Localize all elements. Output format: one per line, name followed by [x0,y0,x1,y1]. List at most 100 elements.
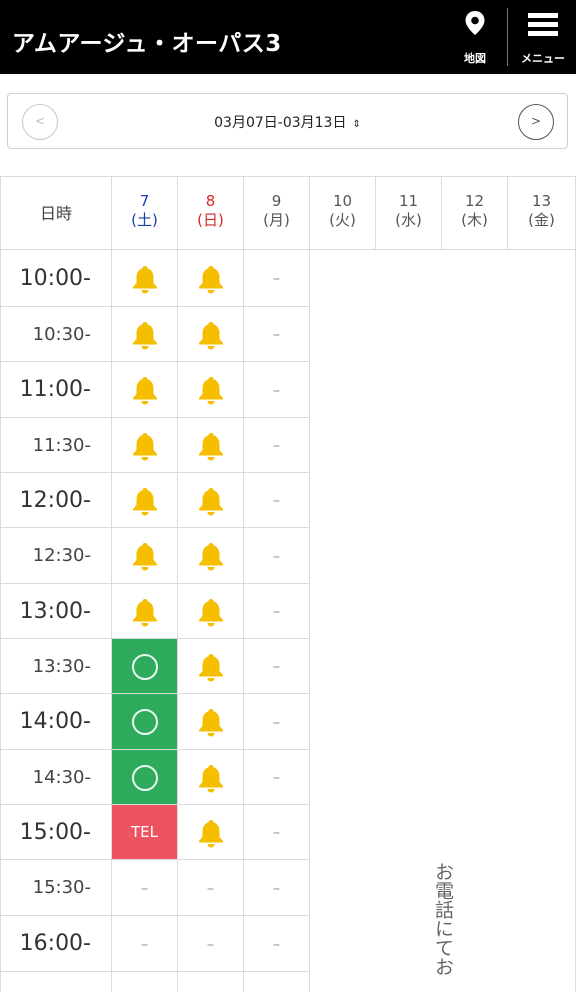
bell-icon [198,654,223,682]
time-label: 12:30- [0,528,112,584]
time-label: 12:00- [0,473,112,528]
circle-icon [131,709,158,735]
day-weekday: (金) [528,211,555,229]
time-label: 13:00- [0,584,112,639]
slot-waitlist[interactable] [178,805,244,860]
slot-unavailable: – [178,860,244,916]
bell-icon [132,433,157,461]
bell-icon [198,709,223,737]
day-number: 10 [332,192,353,210]
slot-unavailable: – [112,860,178,916]
day-number: 11 [398,192,419,210]
day-number: 13 [531,192,552,210]
bell-icon [198,820,223,848]
slot-unavailable: – [178,916,244,972]
slot-waitlist[interactable] [112,307,178,362]
circle-icon [131,654,158,680]
phone-inquiry-note: お電話にてお [432,862,454,976]
slot-unavailable: – [244,860,310,916]
bell-icon [198,543,223,571]
bell-icon [132,377,157,405]
slot-unavailable: – [244,750,310,805]
bell-icon [198,377,223,405]
slot-waitlist[interactable] [112,584,178,639]
slot-waitlist[interactable] [112,250,178,307]
slot-waitlist[interactable] [178,528,244,584]
time-label: 16:00- [0,916,112,972]
slot-unavailable: – [244,972,310,992]
column-header-day: 11 (水) [376,177,442,250]
day-weekday: (火) [329,211,356,229]
time-label: 10:00- [0,250,112,307]
bell-icon [132,599,157,627]
bell-icon [198,322,223,350]
slot-tel[interactable]: TEL [112,805,178,860]
slot-waitlist[interactable] [112,473,178,528]
column-header-day: 12 (木) [442,177,508,250]
slot-unavailable: – [244,694,310,750]
time-label: 10:30- [0,307,112,362]
column-header-day: 10 (火) [310,177,376,250]
slot-unavailable: – [244,307,310,362]
slot-unavailable: – [244,250,310,307]
slot-waitlist[interactable] [178,694,244,750]
slot-unavailable: – [244,418,310,473]
time-label: 16:30- [0,972,112,992]
day-number: 12 [464,192,485,210]
column-header-datetime: 日時 [0,177,112,250]
slot-available[interactable] [112,694,178,750]
bell-icon [132,543,157,571]
slot-waitlist[interactable] [178,362,244,418]
day-weekday: (土) [131,211,158,229]
day-number: 8 [205,192,216,210]
time-label: 14:00- [0,694,112,750]
slot-unavailable: – [112,916,178,972]
bell-icon [198,266,223,294]
slot-unavailable: – [112,972,178,992]
slot-unavailable: – [244,473,310,528]
bell-icon [198,599,223,627]
slot-waitlist[interactable] [178,418,244,473]
slot-waitlist[interactable] [178,250,244,307]
bell-icon [132,322,157,350]
day-weekday: (木) [461,211,488,229]
slot-unavailable: – [244,916,310,972]
column-header-day: 7 (土) [112,177,178,250]
slot-unavailable: – [244,362,310,418]
slot-available[interactable] [112,639,178,694]
circle-icon [131,765,158,791]
column-header-day: 9 (月) [244,177,310,250]
slot-waitlist[interactable] [178,307,244,362]
day-number: 7 [139,192,150,210]
time-label: 15:30- [0,860,112,916]
bell-icon [198,433,223,461]
column-header-day: 13 (金) [508,177,576,250]
bell-icon [198,488,223,516]
schedule-table: 日時 7 (土) 8 (日) 9 (月) 10 (火) 11 (水) 12 (木) 13 (金) 10:00-… [0,0,576,992]
bell-icon [132,488,157,516]
day-number: 9 [271,192,282,210]
day-weekday: (日) [197,211,224,229]
slot-unavailable: – [244,805,310,860]
time-label: 15:00- [0,805,112,860]
slot-waitlist[interactable] [178,473,244,528]
slot-unavailable: – [244,584,310,639]
time-label: 11:00- [0,362,112,418]
slot-waitlist[interactable] [112,362,178,418]
time-label: 11:30- [0,418,112,473]
slot-waitlist[interactable] [178,584,244,639]
time-label: 13:30- [0,639,112,694]
day-weekday: (月) [263,211,290,229]
slot-waitlist[interactable] [178,639,244,694]
slot-available[interactable] [112,750,178,805]
slot-waitlist[interactable] [112,418,178,473]
column-header-day: 8 (日) [178,177,244,250]
slot-unavailable: – [244,639,310,694]
day-weekday: (水) [395,211,422,229]
slot-unavailable: – [244,528,310,584]
bell-icon [132,266,157,294]
time-label: 14:30- [0,750,112,805]
bell-icon [198,765,223,793]
slot-waitlist[interactable] [178,750,244,805]
slot-waitlist[interactable] [112,528,178,584]
